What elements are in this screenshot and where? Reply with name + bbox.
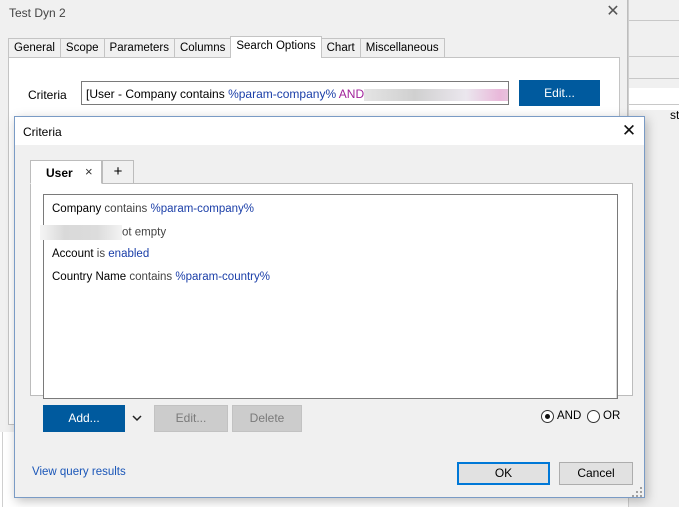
dialog-titlebar: Criteria ✕ <box>15 117 644 145</box>
list-item[interactable]: Account is enabled <box>52 248 149 260</box>
radio-and[interactable]: AND <box>541 408 581 424</box>
condition-field: Country Name <box>52 271 127 283</box>
ok-button[interactable]: OK <box>457 462 550 485</box>
radio-or-label: OR <box>603 410 621 422</box>
tab-search-options[interactable]: Search Options <box>230 36 322 58</box>
tab-scope[interactable]: Scope <box>59 38 105 58</box>
radio-or[interactable]: OR <box>587 408 620 424</box>
edit-condition-button[interactable]: Edit... <box>154 405 228 432</box>
radio-and-label: AND <box>557 410 582 422</box>
condition-operator: contains <box>104 203 148 215</box>
condition-value: %param-country% <box>175 271 270 283</box>
criteria-conjunction: AND <box>336 87 365 101</box>
add-condition-button[interactable]: Add... <box>43 405 125 432</box>
criteria-dash: - <box>114 87 126 101</box>
criteria-field: Company <box>125 87 177 101</box>
condition-field: Company <box>52 203 102 215</box>
list-item[interactable]: ot empty <box>40 225 167 240</box>
condition-operator: is <box>96 248 106 260</box>
close-icon[interactable]: ✕ <box>619 121 639 141</box>
criteria-label: Criteria <box>28 88 67 102</box>
criteria-edit-button[interactable]: Edit... <box>519 80 600 106</box>
add-tab-button[interactable]: + <box>102 160 134 184</box>
view-query-results-link[interactable]: View query results <box>32 466 126 478</box>
conditions-list[interactable]: Company contains %param-company% ot empt… <box>40 194 618 399</box>
radio-or-indicator[interactable] <box>587 409 600 423</box>
condition-operator: ot empty <box>122 226 167 239</box>
condition-value: enabled <box>108 248 150 260</box>
criteria-prefix: [User <box>86 87 115 101</box>
criteria-param: %param-company% <box>228 87 337 101</box>
tab-user-label: User <box>46 166 73 180</box>
list-item[interactable]: Company contains %param-company% <box>52 203 254 215</box>
close-tab-icon[interactable]: × <box>85 164 93 179</box>
cancel-button[interactable]: Cancel <box>559 462 633 485</box>
chevron-down-icon[interactable] <box>129 409 145 427</box>
tab-chart[interactable]: Chart <box>320 38 361 58</box>
parent-tab-bar: General Scope Parameters Columns Search … <box>8 36 445 58</box>
background-window-text: st <box>670 108 679 122</box>
close-icon[interactable]: ✕ <box>604 3 622 21</box>
list-item[interactable]: Country Name contains %param-country% <box>52 271 270 283</box>
tab-parameters[interactable]: Parameters <box>103 38 175 58</box>
condition-field: Account <box>52 248 94 260</box>
resize-grip-icon[interactable] <box>632 487 642 497</box>
dialog-title: Criteria <box>23 125 62 139</box>
redacted-region <box>40 225 122 240</box>
criteria-operator: contains <box>176 87 229 101</box>
tab-miscellaneous[interactable]: Miscellaneous <box>359 38 445 58</box>
condition-operator: contains <box>129 271 173 283</box>
radio-and-indicator[interactable] <box>541 409 554 423</box>
tab-user[interactable]: User × <box>30 160 102 184</box>
parent-window-title: Test Dyn 2 <box>9 6 66 20</box>
delete-condition-button[interactable]: Delete <box>232 405 302 432</box>
tab-columns[interactable]: Columns <box>173 38 232 58</box>
scrollbar-track[interactable] <box>616 290 617 398</box>
criteria-dialog: Criteria ✕ User × + Company contains %pa… <box>14 116 645 498</box>
condition-value: %param-company% <box>150 203 255 215</box>
tab-general[interactable]: General <box>8 38 61 58</box>
parent-window-edge <box>0 432 14 507</box>
redacted-region <box>364 88 508 101</box>
criteria-summary-field[interactable]: [User - Company contains %param-company%… <box>81 81 509 105</box>
screen: st Test Dyn 2 ✕ General Scope Parameters… <box>0 0 679 507</box>
